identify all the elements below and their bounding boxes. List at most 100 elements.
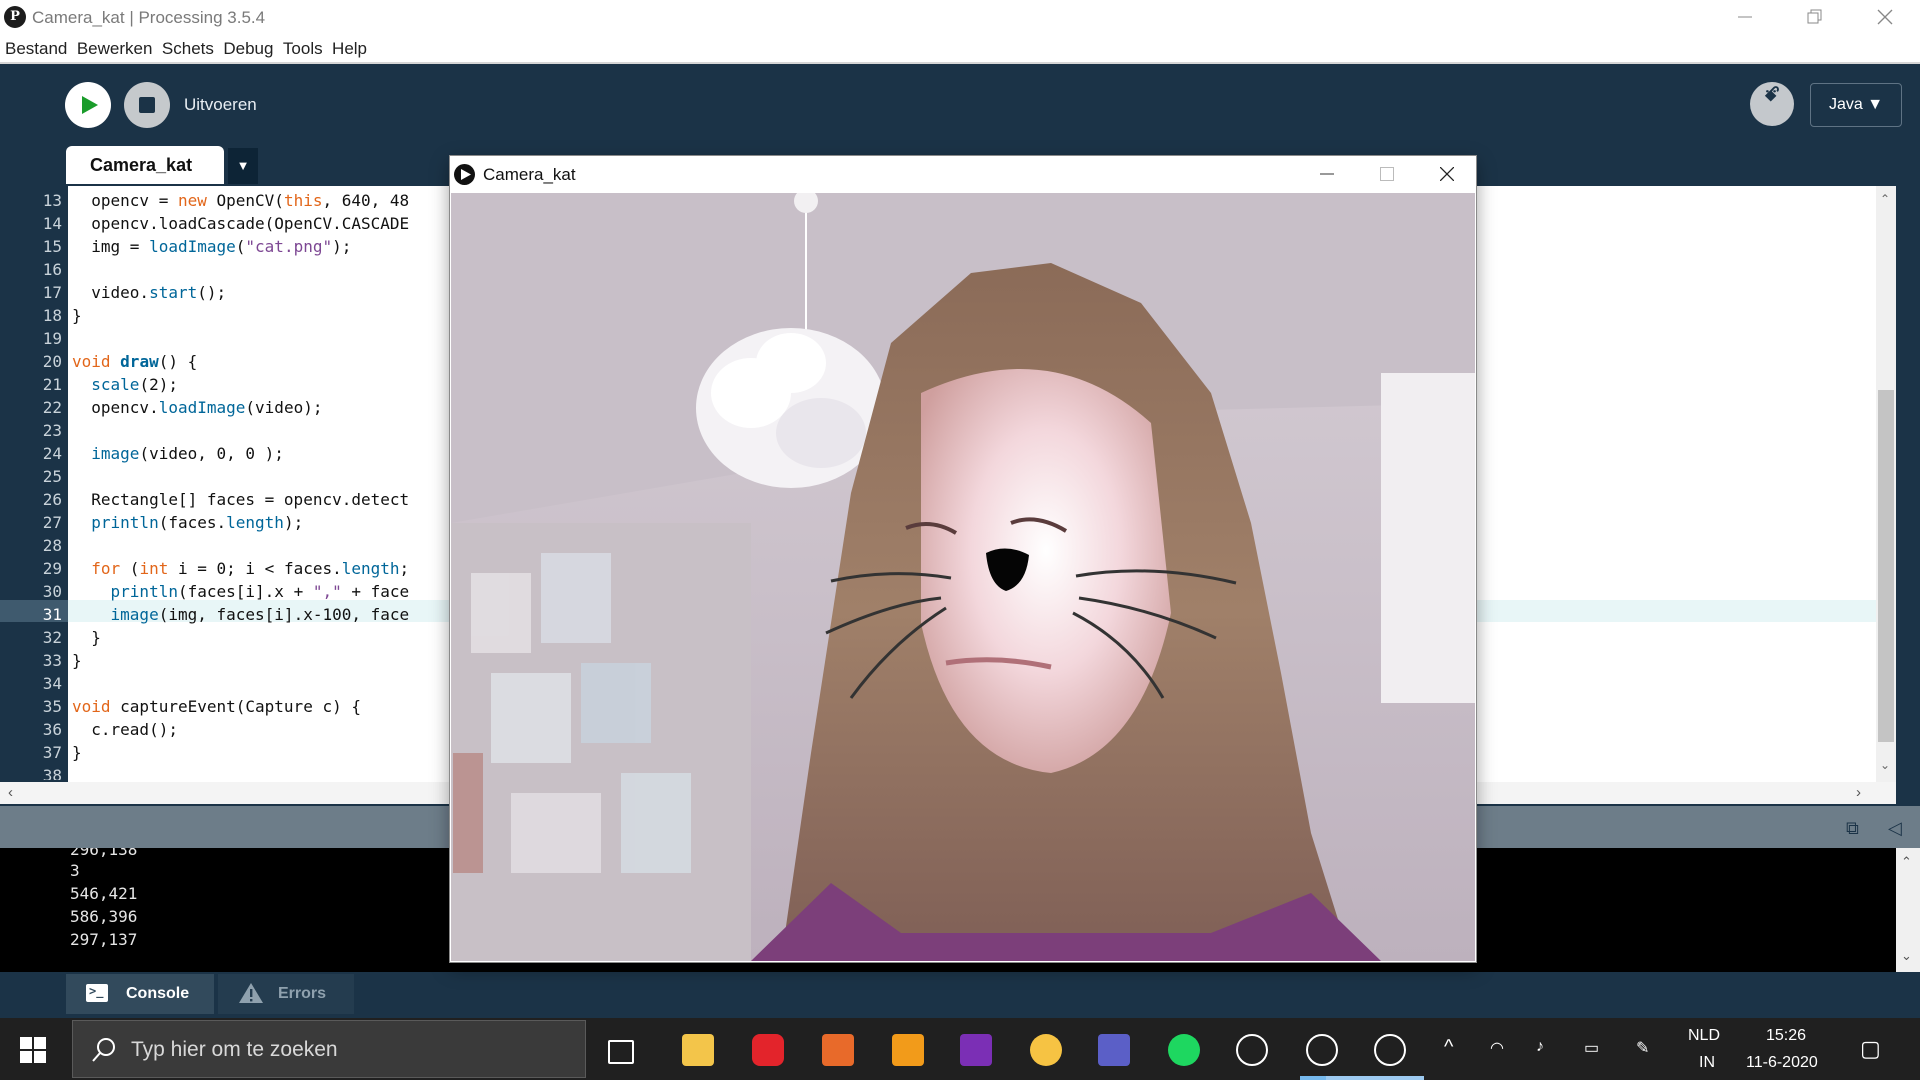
line-number: 17	[42, 283, 62, 302]
code-line[interactable]: scale(2);	[72, 375, 178, 394]
language-indicator[interactable]: NLD	[1688, 1027, 1720, 1045]
minimize-button[interactable]	[1296, 156, 1356, 192]
maximize-button[interactable]	[1356, 156, 1416, 192]
clock-time[interactable]: 15:26	[1766, 1027, 1806, 1045]
sketch-window-titlebar[interactable]: Camera_kat	[450, 156, 1476, 192]
code-line[interactable]: image(img, faces[i].x-100, face	[72, 605, 410, 624]
scroll-right-icon[interactable]: ›	[1856, 784, 1861, 801]
console-line: 296,138	[70, 848, 138, 859]
menu-debug[interactable]: Debug	[218, 34, 273, 59]
menu-bar: Bestand Bewerken Schets Debug Tools Help	[0, 34, 1920, 64]
console-tabs: >_ Console Errors	[0, 972, 1920, 1018]
minimize-button[interactable]	[1710, 0, 1780, 34]
battery-icon[interactable]: ▭	[1584, 1038, 1599, 1058]
notification-icon[interactable]: ▢	[1860, 1036, 1881, 1062]
teams-icon[interactable]	[1098, 1034, 1130, 1066]
editor-vertical-scrollbar[interactable]: ⌃ ⌄	[1876, 186, 1896, 782]
code-line[interactable]: for (int i = 0; i < faces.length;	[72, 559, 409, 578]
code-line[interactable]: img = loadImage("cat.png");	[72, 237, 351, 256]
tab-console[interactable]: >_ Console	[66, 974, 214, 1014]
console-line: 586,396	[70, 907, 138, 926]
creative-cloud-icon[interactable]	[752, 1034, 784, 1066]
sublime-text-icon[interactable]	[892, 1034, 924, 1066]
code-line[interactable]: }	[72, 743, 82, 762]
stop-button[interactable]	[124, 82, 170, 128]
code-line[interactable]: println(faces.length);	[72, 513, 303, 532]
mode-selector[interactable]: Java ▼	[1810, 83, 1902, 127]
tab-errors[interactable]: Errors	[218, 974, 354, 1014]
code-line[interactable]: opencv.loadCascade(OpenCV.CASCADE	[72, 214, 409, 233]
scroll-down-icon[interactable]: ⌄	[1880, 758, 1890, 772]
restore-button[interactable]	[1780, 0, 1850, 34]
file-explorer-icon[interactable]	[682, 1034, 714, 1066]
menu-bestand[interactable]: Bestand	[0, 34, 67, 59]
menu-help[interactable]: Help	[327, 34, 367, 59]
running-sketch-icon[interactable]	[1374, 1034, 1406, 1066]
task-view-icon[interactable]	[608, 1040, 634, 1064]
close-button[interactable]	[1416, 156, 1476, 192]
line-number: 25	[42, 467, 62, 486]
line-number: 33	[42, 651, 62, 670]
pen-icon[interactable]: ✎	[1636, 1038, 1649, 1058]
menu-tools[interactable]: Tools	[278, 34, 323, 59]
play-icon	[82, 96, 98, 114]
scroll-left-icon[interactable]: ‹	[8, 784, 13, 801]
code-line[interactable]: }	[72, 651, 82, 670]
code-line[interactable]: }	[72, 306, 82, 325]
tab-menu-button[interactable]: ▼	[228, 148, 258, 184]
play-icon	[454, 164, 475, 185]
line-number: 30	[42, 582, 62, 601]
menu-schets[interactable]: Schets	[157, 34, 214, 59]
restore-icon	[1807, 9, 1822, 24]
wifi-icon[interactable]: ◠	[1490, 1038, 1504, 1058]
code-line[interactable]: opencv.loadImage(video);	[72, 398, 322, 417]
close-icon	[1877, 9, 1893, 25]
taskbar-search[interactable]: Typ hier om te zoeken	[72, 1020, 586, 1078]
menu-bewerken[interactable]: Bewerken	[72, 34, 153, 59]
input-mode[interactable]: IN	[1699, 1054, 1715, 1072]
scrollbar-thumb[interactable]	[1878, 390, 1894, 742]
search-icon	[92, 1038, 115, 1062]
app-icon[interactable]	[822, 1034, 854, 1066]
scroll-up-icon[interactable]: ⌃	[1880, 192, 1890, 206]
close-button[interactable]	[1850, 0, 1920, 34]
volume-icon[interactable]: ♪	[1536, 1038, 1544, 1056]
line-number: 20	[42, 352, 62, 371]
collapse-console-icon[interactable]: ◁	[1888, 818, 1902, 839]
console-line: 297,137	[70, 930, 138, 949]
window-titlebar: P Camera_kat | Processing 3.5.4	[0, 0, 1920, 34]
processing-icon[interactable]	[1306, 1034, 1338, 1066]
code-line[interactable]: opencv = new OpenCV(this, 640, 48	[72, 191, 409, 210]
debugger-icon[interactable]: ꗄ	[1750, 82, 1794, 126]
line-number: 23	[42, 421, 62, 440]
console-scrollbar[interactable]: ⌃ ⌄	[1896, 848, 1920, 972]
clock-date[interactable]: 11-6-2020	[1746, 1054, 1818, 1072]
sketch-window[interactable]: Camera_kat	[450, 156, 1476, 962]
chevron-up-icon[interactable]: ^	[1444, 1036, 1453, 1059]
scroll-down-icon[interactable]: ⌄	[1901, 948, 1912, 964]
tab-label: Camera_kat	[90, 155, 193, 175]
onenote-icon[interactable]	[960, 1034, 992, 1066]
close-icon	[1440, 167, 1454, 181]
code-line[interactable]: }	[72, 628, 101, 647]
code-line[interactable]: video.start();	[72, 283, 226, 302]
console-icon: >_	[86, 984, 108, 1002]
scroll-up-icon[interactable]: ⌃	[1901, 854, 1912, 870]
code-line[interactable]: Rectangle[] faces = opencv.detect	[72, 490, 409, 509]
code-line[interactable]: println(faces[i].x + "," + face	[72, 582, 410, 601]
code-line[interactable]: image(video, 0, 0 );	[72, 444, 284, 463]
line-number: 27	[42, 513, 62, 532]
line-number: 34	[42, 674, 62, 693]
code-line[interactable]: c.read();	[72, 720, 178, 739]
line-number: 26	[42, 490, 62, 509]
code-line[interactable]: void captureEvent(Capture c) {	[72, 697, 361, 716]
minimize-icon	[1320, 173, 1334, 175]
spotify-icon[interactable]	[1168, 1034, 1200, 1066]
code-line[interactable]: void draw() {	[72, 352, 197, 371]
line-number: 29	[42, 559, 62, 578]
processing-icon[interactable]	[1236, 1034, 1268, 1066]
tab-camera-kat[interactable]: Camera_kat	[66, 146, 224, 184]
run-button[interactable]	[65, 82, 111, 128]
copy-console-icon[interactable]: ⧉	[1846, 818, 1859, 839]
chrome-icon[interactable]	[1030, 1034, 1062, 1066]
